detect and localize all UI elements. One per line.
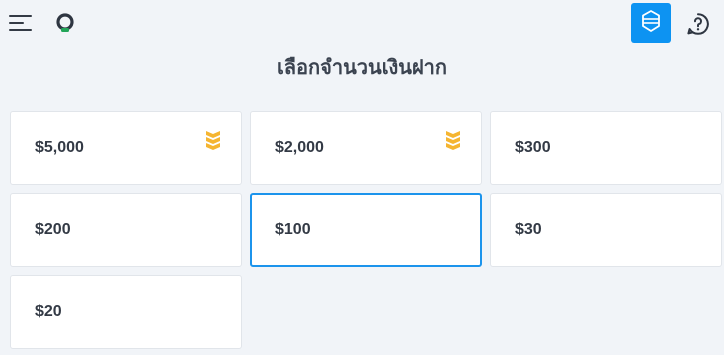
- hamburger-menu-icon[interactable]: [9, 14, 33, 32]
- amount-label: $300: [515, 139, 551, 156]
- question-circle-icon: [686, 13, 710, 40]
- amount-label: $5,000: [35, 139, 84, 156]
- shield-icon: [641, 9, 661, 37]
- amount-option-5000[interactable]: $5,000: [10, 111, 242, 185]
- ring-logo-icon[interactable]: [55, 13, 75, 33]
- help-button[interactable]: [686, 12, 710, 36]
- amount-label: $20: [35, 303, 62, 320]
- amount-option-100-selected[interactable]: $100: [250, 193, 482, 267]
- amount-option-20[interactable]: $20: [10, 275, 242, 349]
- amount-option-30[interactable]: $30: [490, 193, 722, 267]
- amount-label: $2,000: [275, 139, 324, 156]
- amount-option-300[interactable]: $300: [490, 111, 722, 185]
- shield-button[interactable]: [631, 3, 671, 43]
- amount-option-2000[interactable]: $2,000: [250, 111, 482, 185]
- amount-option-200[interactable]: $200: [10, 193, 242, 267]
- top-bar: [0, 0, 724, 46]
- amount-label: $200: [35, 221, 71, 238]
- amount-label: $30: [515, 221, 542, 238]
- amount-grid: $5,000 $2,000 $300 $200 $100 $30 $20: [10, 111, 722, 349]
- chevron-rank-icon: [205, 130, 221, 152]
- page-title: เลือกจำนวนเงินฝาก: [276, 57, 448, 79]
- chevron-rank-icon: [445, 130, 461, 152]
- amount-label: $100: [275, 221, 311, 238]
